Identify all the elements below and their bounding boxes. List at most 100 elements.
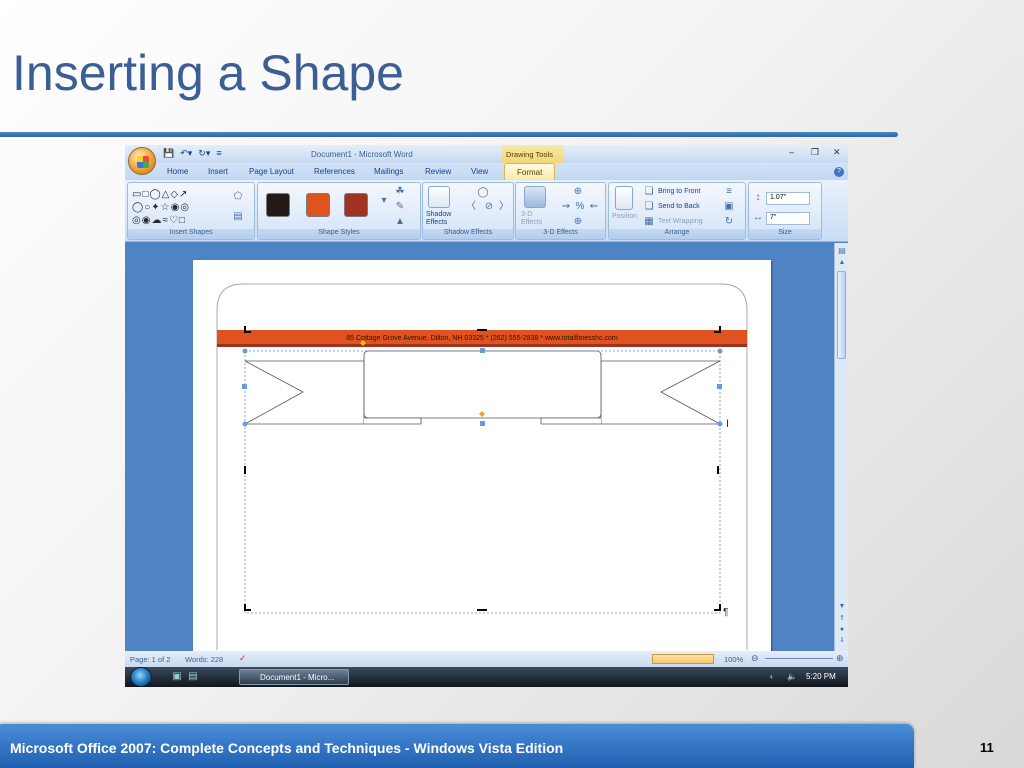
scroll-down-icon[interactable]: ▼ <box>836 601 848 613</box>
customize-qat-icon[interactable]: ≡ <box>216 148 221 159</box>
resize-handle-top[interactable] <box>480 348 485 353</box>
switch-windows-icon[interactable]: ▤ <box>187 671 199 683</box>
group-3d-effects: 3-D Effects ⊕ ⇝ % ⇜ ⊕ 3-D Effects <box>515 182 606 240</box>
align-icon[interactable]: ≡ <box>723 186 735 198</box>
tilt-up-icon[interactable]: ⊕ <box>572 186 584 198</box>
shadow-on-off-icon[interactable]: ◯ <box>477 187 489 199</box>
resize-handle-left[interactable] <box>242 384 247 389</box>
edit-shape-icon[interactable]: ⬠ <box>232 191 244 203</box>
close-button[interactable]: ✕ <box>833 147 841 158</box>
crop-mark-br <box>714 604 721 611</box>
undo-icon[interactable]: ↶▾ <box>180 148 192 159</box>
group-objects-icon[interactable]: ▣ <box>723 201 735 213</box>
proofing-icon[interactable]: ✓ <box>239 653 247 664</box>
tab-view[interactable]: View <box>471 167 488 176</box>
tab-mailings[interactable]: Mailings <box>374 167 403 176</box>
view-buttons[interactable] <box>652 654 714 664</box>
slide-title: Inserting a Shape <box>12 45 404 101</box>
crop-mark-tl <box>244 326 251 333</box>
resize-handle-bl[interactable] <box>242 421 248 427</box>
group-shadow-effects: Shadow Effects ◯ 〈 ⊘ 〉 Shadow Effects <box>422 182 514 240</box>
shape-height-icon: ↕ <box>755 192 761 203</box>
shadow-effects-label-1[interactable]: Shadow <box>426 211 451 218</box>
footer-text: Microsoft Office 2007: Complete Concepts… <box>10 740 564 756</box>
page-count[interactable]: Page: 1 of 2 <box>130 655 170 664</box>
banner-center[interactable] <box>363 350 602 419</box>
change-shape-icon[interactable]: ▲ <box>394 216 406 228</box>
zoom-out-icon[interactable]: ⊖ <box>751 653 759 664</box>
office-button[interactable] <box>128 147 156 175</box>
taskbar-word-button[interactable]: Document1 - Micro... <box>239 669 349 685</box>
scroll-up-icon[interactable]: ▲ <box>836 257 848 269</box>
style-swatch-2[interactable] <box>306 193 330 217</box>
zoom-in-icon[interactable]: ⊕ <box>836 653 844 664</box>
slide-footer: Microsoft Office 2007: Complete Concepts… <box>0 724 914 768</box>
minimize-button[interactable]: – <box>789 147 794 157</box>
start-button[interactable] <box>130 667 152 687</box>
shape-outline-icon[interactable]: ✎ <box>394 201 406 213</box>
next-page-icon[interactable]: ⇓ <box>836 635 848 647</box>
tilt-left-icon[interactable]: ⇝ <box>560 201 572 213</box>
bring-to-front-icon: ❏ <box>644 186 654 197</box>
3d-effects-label-2[interactable]: Effects <box>521 219 542 226</box>
zoom-slider[interactable] <box>765 658 833 659</box>
tab-review[interactable]: Review <box>425 167 451 176</box>
document-area: 85 Cottage Grove Avenue, Dilton, NH 0332… <box>125 243 834 651</box>
shapes-gallery[interactable]: ▭□◯△◇↗ ◯○✦☆◉◎ ◎◉☁≈♡□ <box>132 188 190 227</box>
send-to-back-button[interactable]: Send to Back <box>658 203 700 210</box>
restore-button[interactable]: ❐ <box>811 147 819 158</box>
ribbon: ▭□◯△◇↗ ◯○✦☆◉◎ ◎◉☁≈♡□ ⬠ ▤ Insert Shapes ▾ ☘… <box>125 180 848 242</box>
tab-references[interactable]: References <box>314 167 355 176</box>
shape-height-input[interactable]: 1.07" <box>766 192 810 205</box>
resize-handle-right[interactable] <box>717 384 722 389</box>
resize-handle-br[interactable] <box>717 421 723 427</box>
scroll-thumb[interactable] <box>837 271 846 359</box>
tab-format[interactable]: Format <box>504 163 556 180</box>
nudge-left-icon[interactable]: 〈 <box>465 201 477 213</box>
header-bar-shadow <box>217 344 747 347</box>
banner-right-tail <box>600 360 721 425</box>
gallery-scroll-icon[interactable]: ▾ <box>378 195 390 207</box>
shape-width-input[interactable]: 7" <box>766 212 810 225</box>
tab-insert[interactable]: Insert <box>208 167 228 176</box>
style-swatch-3[interactable] <box>344 193 368 217</box>
bring-to-front-button[interactable]: Bring to Front <box>658 188 700 195</box>
volume-icon[interactable]: 🔈 <box>787 672 797 681</box>
resize-handle-bottom[interactable] <box>480 421 485 426</box>
3d-toggle-icon[interactable]: % <box>574 201 586 213</box>
clock[interactable]: 5:20 PM <box>806 672 836 681</box>
resize-handle-tr[interactable] <box>717 348 723 354</box>
zoom-level[interactable]: 100% <box>724 655 743 664</box>
nudge-right-icon[interactable]: 〉 <box>498 201 510 213</box>
tab-page-layout[interactable]: Page Layout <box>249 167 294 176</box>
tilt-down-icon[interactable]: ⊕ <box>572 216 584 228</box>
group-label-shape-styles: Shape Styles <box>258 229 420 239</box>
position-label[interactable]: Position <box>612 213 637 220</box>
3d-effects-label-1[interactable]: 3-D <box>521 211 532 218</box>
shape-fill-icon[interactable]: ☘ <box>394 186 406 198</box>
rotate-icon[interactable]: ↻ <box>723 216 735 228</box>
title-bar: 💾 ↶▾ ↻▾ ≡ Document1 - Microsoft Word Dra… <box>125 145 848 163</box>
tab-home[interactable]: Home <box>167 167 188 176</box>
group-label-size: Size <box>749 229 821 239</box>
text-wrapping-button[interactable]: Text Wrapping <box>658 218 703 225</box>
banner-fold-right <box>540 417 601 425</box>
help-icon[interactable]: ? <box>834 167 844 177</box>
document-page[interactable]: 85 Cottage Grove Avenue, Dilton, NH 0332… <box>193 260 771 651</box>
vertical-scrollbar[interactable]: ▤ ▲ ▼ ⇑ ● ⇓ <box>834 243 848 651</box>
tray-chevron-icon[interactable]: ‹ <box>770 672 773 681</box>
view-ruler-icon[interactable]: ▤ <box>836 245 848 257</box>
text-box-icon[interactable]: ▤ <box>232 211 244 223</box>
show-desktop-icon[interactable]: ▣ <box>171 671 183 683</box>
tilt-right-icon[interactable]: ⇜ <box>588 201 600 213</box>
office-logo-icon <box>137 156 149 168</box>
redo-icon[interactable]: ↻▾ <box>198 148 210 159</box>
resize-handle-tl[interactable] <box>242 348 248 354</box>
style-swatch-1[interactable] <box>266 193 290 217</box>
nudge-toggle-icon[interactable]: ⊘ <box>483 201 495 213</box>
word-count[interactable]: Words: 228 <box>185 655 223 664</box>
group-size: ↕ 1.07" ↔ 7" Size <box>748 182 822 240</box>
save-icon[interactable]: 💾 <box>163 148 174 159</box>
word-window: 💾 ↶▾ ↻▾ ≡ Document1 - Microsoft Word Dra… <box>125 145 848 687</box>
shadow-effects-label-2[interactable]: Effects <box>426 219 447 226</box>
